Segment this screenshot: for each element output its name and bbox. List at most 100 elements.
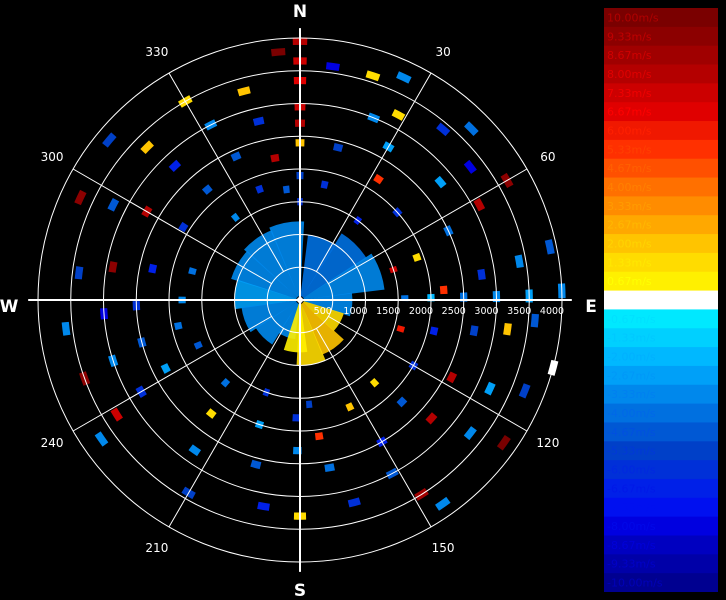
radar-gate (188, 444, 202, 457)
color-scale-label: 5.33m/s (607, 143, 652, 156)
color-scale-label: -1.33m/s (607, 332, 656, 345)
azimuth-tick-label: 120 (536, 436, 559, 450)
radar-gate (220, 378, 231, 388)
color-scale-label: -4.67m/s (607, 426, 656, 439)
radar-gate (429, 326, 439, 336)
azimuth-tick-label: 150 (432, 541, 455, 555)
radar-gate (282, 185, 290, 194)
radar-gate (530, 313, 539, 328)
color-scale-label: 4.00m/s (607, 181, 652, 194)
radar-gate (188, 267, 197, 276)
color-scale-label: -6.67m/s (607, 482, 656, 495)
color-scale-label: -9.33m/s (607, 558, 656, 571)
radar-gate (230, 151, 242, 162)
radar-gate (255, 184, 264, 194)
radar-gate (74, 189, 87, 206)
color-scale-label: 0.00m/s (607, 294, 652, 307)
radar-gate (496, 435, 511, 451)
azimuth-tick-label: 240 (41, 436, 64, 450)
radar-gate (250, 459, 262, 470)
radar-gate (160, 363, 171, 374)
radar-gate (94, 431, 109, 447)
azimuth-spoke (328, 168, 528, 285)
radar-gate (168, 159, 182, 172)
color-scale-label: 0.67m/s (607, 275, 652, 288)
radar-gate (391, 109, 406, 121)
radar-gate (314, 432, 324, 441)
radar-gate (347, 497, 361, 508)
radar-gate (446, 371, 458, 384)
color-scale-label: -5.33m/s (607, 445, 656, 458)
radar-gate (464, 121, 479, 136)
radar-gate (435, 496, 451, 511)
color-scale-bins: 10.00m/s 9.33m/s 8.67m/s 8.00m/s 7.33m/s 6.67… (604, 8, 718, 592)
radar-gate (412, 252, 422, 262)
compass-south-label: S (294, 581, 306, 600)
radar-gate (434, 175, 447, 189)
radar-gate (477, 268, 486, 280)
radar-gate (469, 325, 479, 337)
azimuth-spoke (315, 328, 432, 528)
radar-gate (503, 322, 512, 336)
color-scale-label: -2.67m/s (607, 369, 656, 382)
color-scale-label: 6.00m/s (607, 124, 652, 137)
color-scale-label: -8.67m/s (607, 539, 656, 552)
radar-gate (425, 412, 438, 425)
radar-gate (257, 501, 270, 511)
color-scale-label: 3.33m/s (607, 200, 652, 213)
color-scale-label: -6.00m/s (607, 464, 656, 477)
color-scale-label: 2.00m/s (607, 237, 652, 250)
echo-layer (231, 221, 385, 366)
radar-gate (396, 396, 408, 408)
radar-gate (373, 173, 384, 185)
color-scale-label: -10.00m/s (607, 577, 663, 590)
radar-gate (270, 153, 280, 163)
radar-gate (270, 47, 286, 57)
color-scale-label: -4.00m/s (607, 407, 656, 420)
radar-gate (61, 321, 71, 336)
radar-gate (463, 159, 477, 174)
radar-gate (345, 402, 355, 412)
color-scale-label: 1.33m/s (607, 256, 652, 269)
azimuth-spoke (168, 72, 285, 272)
range-tick-label: 1000 (343, 306, 367, 317)
color-scale-label: -0.67m/s (607, 313, 656, 326)
radar-gate (324, 463, 335, 473)
radar-gate (110, 407, 123, 422)
azimuth-tick-label: 30 (435, 45, 450, 59)
color-scale-label: 2.67m/s (607, 219, 652, 232)
radar-gate (332, 142, 344, 153)
color-scale-label: -2.00m/s (607, 351, 656, 364)
radar-gate (396, 71, 412, 84)
azimuth-spoke (72, 315, 272, 432)
radar-gate (325, 62, 340, 72)
azimuth-tick-label: 330 (145, 45, 168, 59)
azimuth-tick-label: 210 (145, 541, 168, 555)
azimuth-spoke (315, 72, 432, 272)
range-tick-label: 3500 (507, 306, 531, 317)
radar-gate (148, 263, 158, 274)
range-tick-label: 2500 (442, 306, 466, 317)
radar-gate (230, 212, 240, 223)
radar-gate (396, 325, 405, 333)
radar-gate (463, 426, 477, 441)
color-scale-label: -3.33m/s (607, 388, 656, 401)
range-tick-label: 4000 (540, 306, 564, 317)
radar-gate (484, 381, 496, 396)
radar-gate (439, 285, 448, 295)
radar-gate (205, 408, 217, 419)
azimuth-tick-label: 60 (540, 150, 555, 164)
color-scale-legend: 10.00m/s 9.33m/s 8.67m/s 8.00m/s 7.33m/s 6.67… (604, 8, 718, 592)
polar-grid (28, 28, 572, 572)
radar-gate (201, 184, 213, 195)
azimuth-tick-label: 300 (41, 150, 64, 164)
azimuth-spoke (328, 315, 528, 432)
radar-gate (473, 197, 486, 212)
compass-west-label: W (0, 297, 19, 317)
range-tick-label: 2000 (409, 306, 433, 317)
radar-gate (237, 86, 251, 97)
azimuth-spoke (72, 168, 272, 285)
radar-gate (193, 341, 203, 350)
radar-center-marker (297, 297, 303, 303)
color-scale-label: 8.00m/s (607, 68, 652, 81)
